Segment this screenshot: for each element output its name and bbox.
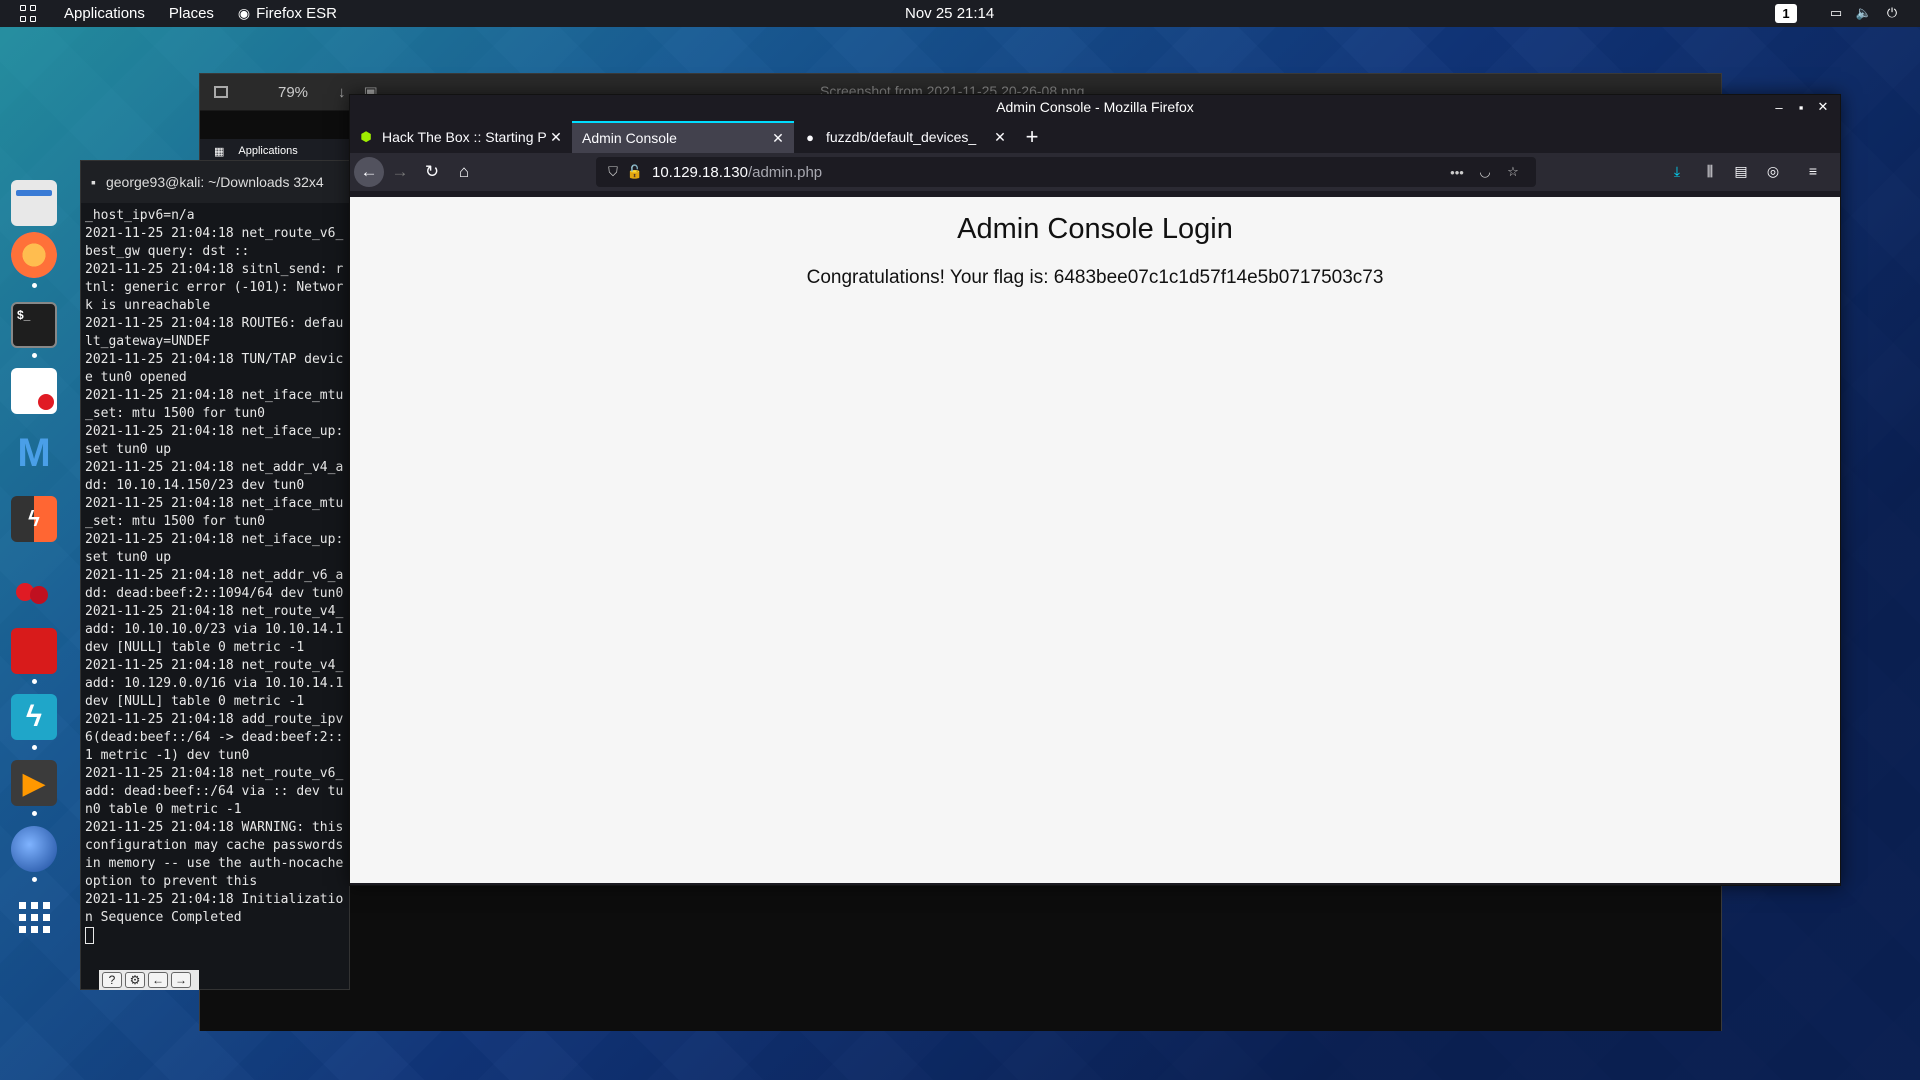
htb-cube-icon: ⬢ [360, 129, 372, 144]
running-indicator [32, 877, 37, 882]
inner-grid-icon: ▦ [214, 145, 225, 158]
pocket-icon[interactable]: ◡ [1476, 163, 1494, 181]
active-app-menu[interactable]: ◉ Firefox ESR [226, 0, 349, 27]
firefox-icon: ◉ [237, 5, 251, 21]
insecure-lock-icon[interactable]: 🔓 [626, 163, 644, 181]
workspace-indicator[interactable]: 1 [1775, 4, 1797, 23]
downloads-icon[interactable]: ⤓ [1666, 160, 1688, 182]
tab-fuzzdb[interactable]: ● fuzzdb/default_devices_ ✕ [794, 121, 1016, 153]
close-tab-icon[interactable]: ✕ [770, 130, 786, 146]
chevron-down-icon[interactable]: ↓ [338, 84, 346, 101]
arrow-right-icon[interactable]: → [171, 972, 191, 988]
terminal-output[interactable]: _host_ipv6=n/a 2021-11-25 21:04:18 net_r… [81, 203, 349, 949]
github-icon: ● [806, 129, 814, 145]
navigation-toolbar: ← → ↻ ⌂ ⛉ 🔓 10.129.18.130/admin.php ••• … [350, 153, 1840, 191]
firefox-window[interactable]: Admin Console - Mozilla Firefox – ▪ ✕ ⬢ … [349, 94, 1841, 886]
terminal-bottom-bar: ? ⚙ ← → [99, 970, 199, 990]
maximize-icon[interactable]: ▪ [1792, 98, 1810, 116]
viewer-menu-icon[interactable] [214, 86, 228, 98]
places-menu[interactable]: Places [157, 0, 226, 27]
terminal-menu-icon[interactable]: ▪ [91, 174, 96, 190]
url-path: /admin.php [747, 163, 823, 181]
zap-icon[interactable]: ϟ [11, 694, 57, 740]
running-indicator [32, 283, 37, 288]
files-icon[interactable] [11, 180, 57, 226]
bookmark-star-icon[interactable]: ☆ [1504, 163, 1522, 181]
minimize-icon[interactable]: – [1770, 98, 1788, 116]
tab-label: Hack The Box :: Starting P [382, 129, 547, 145]
page-actions-icon[interactable]: ••• [1448, 163, 1466, 181]
dock: $_ M ϟ ϟ ▶ [0, 170, 68, 950]
back-button[interactable]: ← [354, 157, 384, 187]
burpsuite-icon[interactable]: ϟ [11, 496, 57, 542]
inner-applications: Applications [238, 145, 298, 157]
close-icon[interactable]: ✕ [1814, 98, 1832, 116]
reload-button[interactable]: ↻ [416, 156, 448, 188]
power-icon[interactable]: ⏻ [1884, 5, 1900, 21]
show-applications-icon[interactable] [11, 894, 57, 940]
text-editor-icon[interactable] [11, 368, 57, 414]
shield-icon[interactable]: ⛉ [604, 163, 622, 181]
tab-label: Admin Console [582, 130, 677, 146]
library-icon[interactable]: ⫼ [1699, 160, 1721, 182]
terminal-titlebar: ▪ george93@kali: ~/Downloads 32x4 [81, 161, 349, 203]
running-indicator [32, 353, 37, 358]
flag-message: Congratulations! Your flag is: 6483bee07… [806, 267, 1384, 288]
close-tab-icon[interactable]: ✕ [548, 129, 564, 145]
terminal-icon[interactable]: $_ [11, 302, 57, 348]
tab-htb[interactable]: ⬢ Hack The Box :: Starting P ✕ [350, 121, 572, 153]
viewer-zoom[interactable]: 79% [278, 84, 338, 101]
clock[interactable]: Nov 25 21:14 [905, 0, 994, 27]
gear-icon[interactable]: ⚙ [125, 972, 145, 988]
red-app-icon[interactable] [11, 628, 57, 674]
terminal-text: _host_ipv6=n/a 2021-11-25 21:04:18 net_r… [85, 208, 344, 925]
url-host: 10.129.18.130 [652, 163, 748, 181]
sublime-icon[interactable]: ▶ [11, 760, 57, 806]
applications-menu[interactable]: Applications [52, 0, 157, 27]
activities-grid-icon[interactable] [20, 4, 38, 23]
firefox-titlebar: Admin Console - Mozilla Firefox – ▪ ✕ [350, 95, 1840, 119]
window-title: Admin Console - Mozilla Firefox [996, 99, 1194, 115]
firefox-icon[interactable] [11, 232, 57, 278]
home-button[interactable]: ⌂ [448, 156, 480, 188]
running-indicator [32, 811, 37, 816]
help-icon[interactable]: ? [102, 972, 122, 988]
tab-bar: ⬢ Hack The Box :: Starting P ✕ Admin Con… [350, 119, 1840, 153]
page-heading: Admin Console Login [957, 213, 1233, 245]
terminal-cursor [85, 927, 94, 944]
running-indicator [32, 679, 37, 684]
metasploit-icon[interactable]: M [11, 430, 57, 476]
account-icon[interactable]: ◎ [1762, 160, 1784, 182]
tab-label: fuzzdb/default_devices_ [826, 129, 977, 145]
sidebar-icon[interactable]: ▤ [1730, 160, 1752, 182]
tab-admin-console[interactable]: Admin Console ✕ [572, 121, 794, 153]
url-bar[interactable]: ⛉ 🔓 10.129.18.130/admin.php ••• ◡ ☆ [596, 157, 1536, 187]
cherrytree-icon[interactable] [11, 562, 57, 608]
terminal-window[interactable]: ▪ george93@kali: ~/Downloads 32x4 _host_… [80, 160, 350, 990]
active-app-label: Firefox ESR [256, 5, 337, 22]
hamburger-menu-icon[interactable]: ≡ [1802, 160, 1824, 182]
forward-button[interactable]: → [384, 156, 416, 188]
top-panel: Applications Places ◉ Firefox ESR Nov 25… [0, 0, 1920, 27]
close-tab-icon[interactable]: ✕ [992, 129, 1008, 145]
wireshark-icon[interactable] [11, 826, 57, 872]
running-indicator [32, 745, 37, 750]
screen-icon[interactable]: ▭ [1828, 5, 1844, 21]
new-tab-button[interactable]: + [1016, 121, 1048, 153]
url-text[interactable]: 10.129.18.130/admin.php [652, 164, 822, 181]
volume-icon[interactable]: 🔈 [1856, 5, 1872, 21]
arrow-left-icon[interactable]: ← [148, 972, 168, 988]
page-content: Admin Console Login Congratulations! You… [350, 197, 1840, 883]
terminal-title: george93@kali: ~/Downloads 32x4 [105, 174, 324, 190]
